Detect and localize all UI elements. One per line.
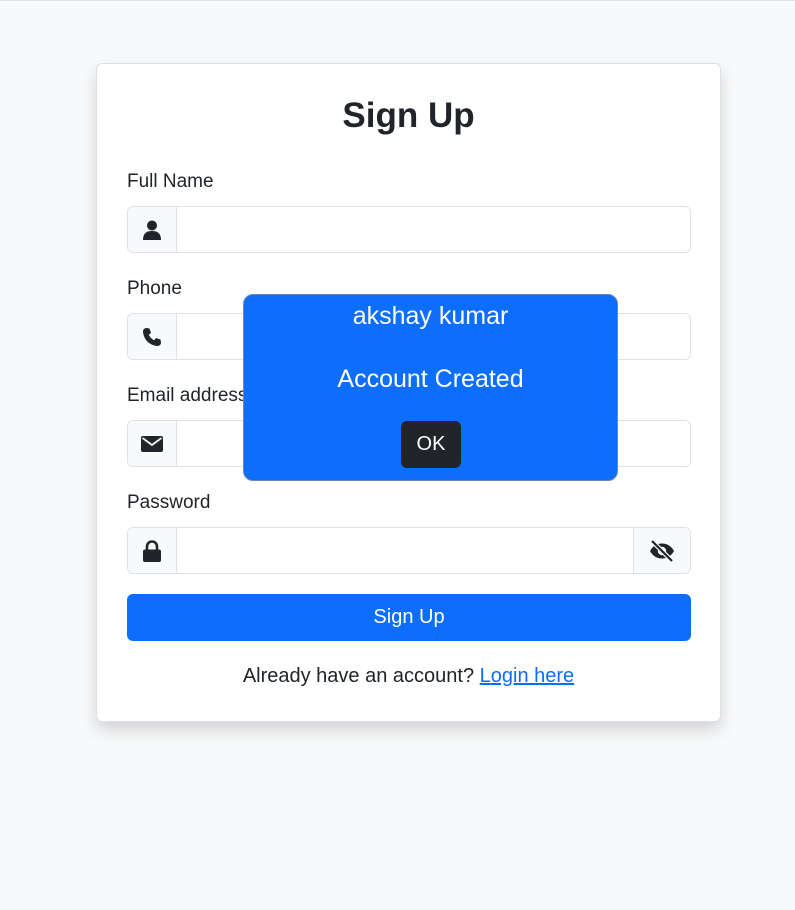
- full-name-field[interactable]: [177, 207, 690, 252]
- email-label: Email address: [127, 385, 248, 406]
- user-icon: [128, 207, 177, 252]
- login-prompt-line: Already have an account? Login here: [97, 665, 720, 688]
- full-name-group: [127, 206, 691, 253]
- envelope-icon: [128, 421, 177, 466]
- password-label: Password: [127, 492, 211, 513]
- signup-button[interactable]: Sign Up: [127, 594, 691, 641]
- page-title: Sign Up: [342, 96, 475, 135]
- phone-icon: [128, 314, 177, 359]
- password-group: [127, 527, 691, 574]
- eye-slash-icon[interactable]: [633, 528, 690, 573]
- full-name-label: Full Name: [127, 171, 214, 192]
- account-created-dialog: akshay kumar Account Created OK: [243, 294, 618, 481]
- dialog-username: akshay kumar: [352, 302, 509, 330]
- phone-label: Phone: [127, 278, 182, 299]
- ok-button[interactable]: OK: [401, 421, 461, 468]
- lock-icon: [128, 528, 177, 573]
- login-prompt-text: Already have an account?: [242, 665, 475, 687]
- password-field[interactable]: [177, 528, 633, 573]
- login-link[interactable]: Login here: [480, 665, 575, 687]
- dialog-message: Account Created: [337, 365, 524, 393]
